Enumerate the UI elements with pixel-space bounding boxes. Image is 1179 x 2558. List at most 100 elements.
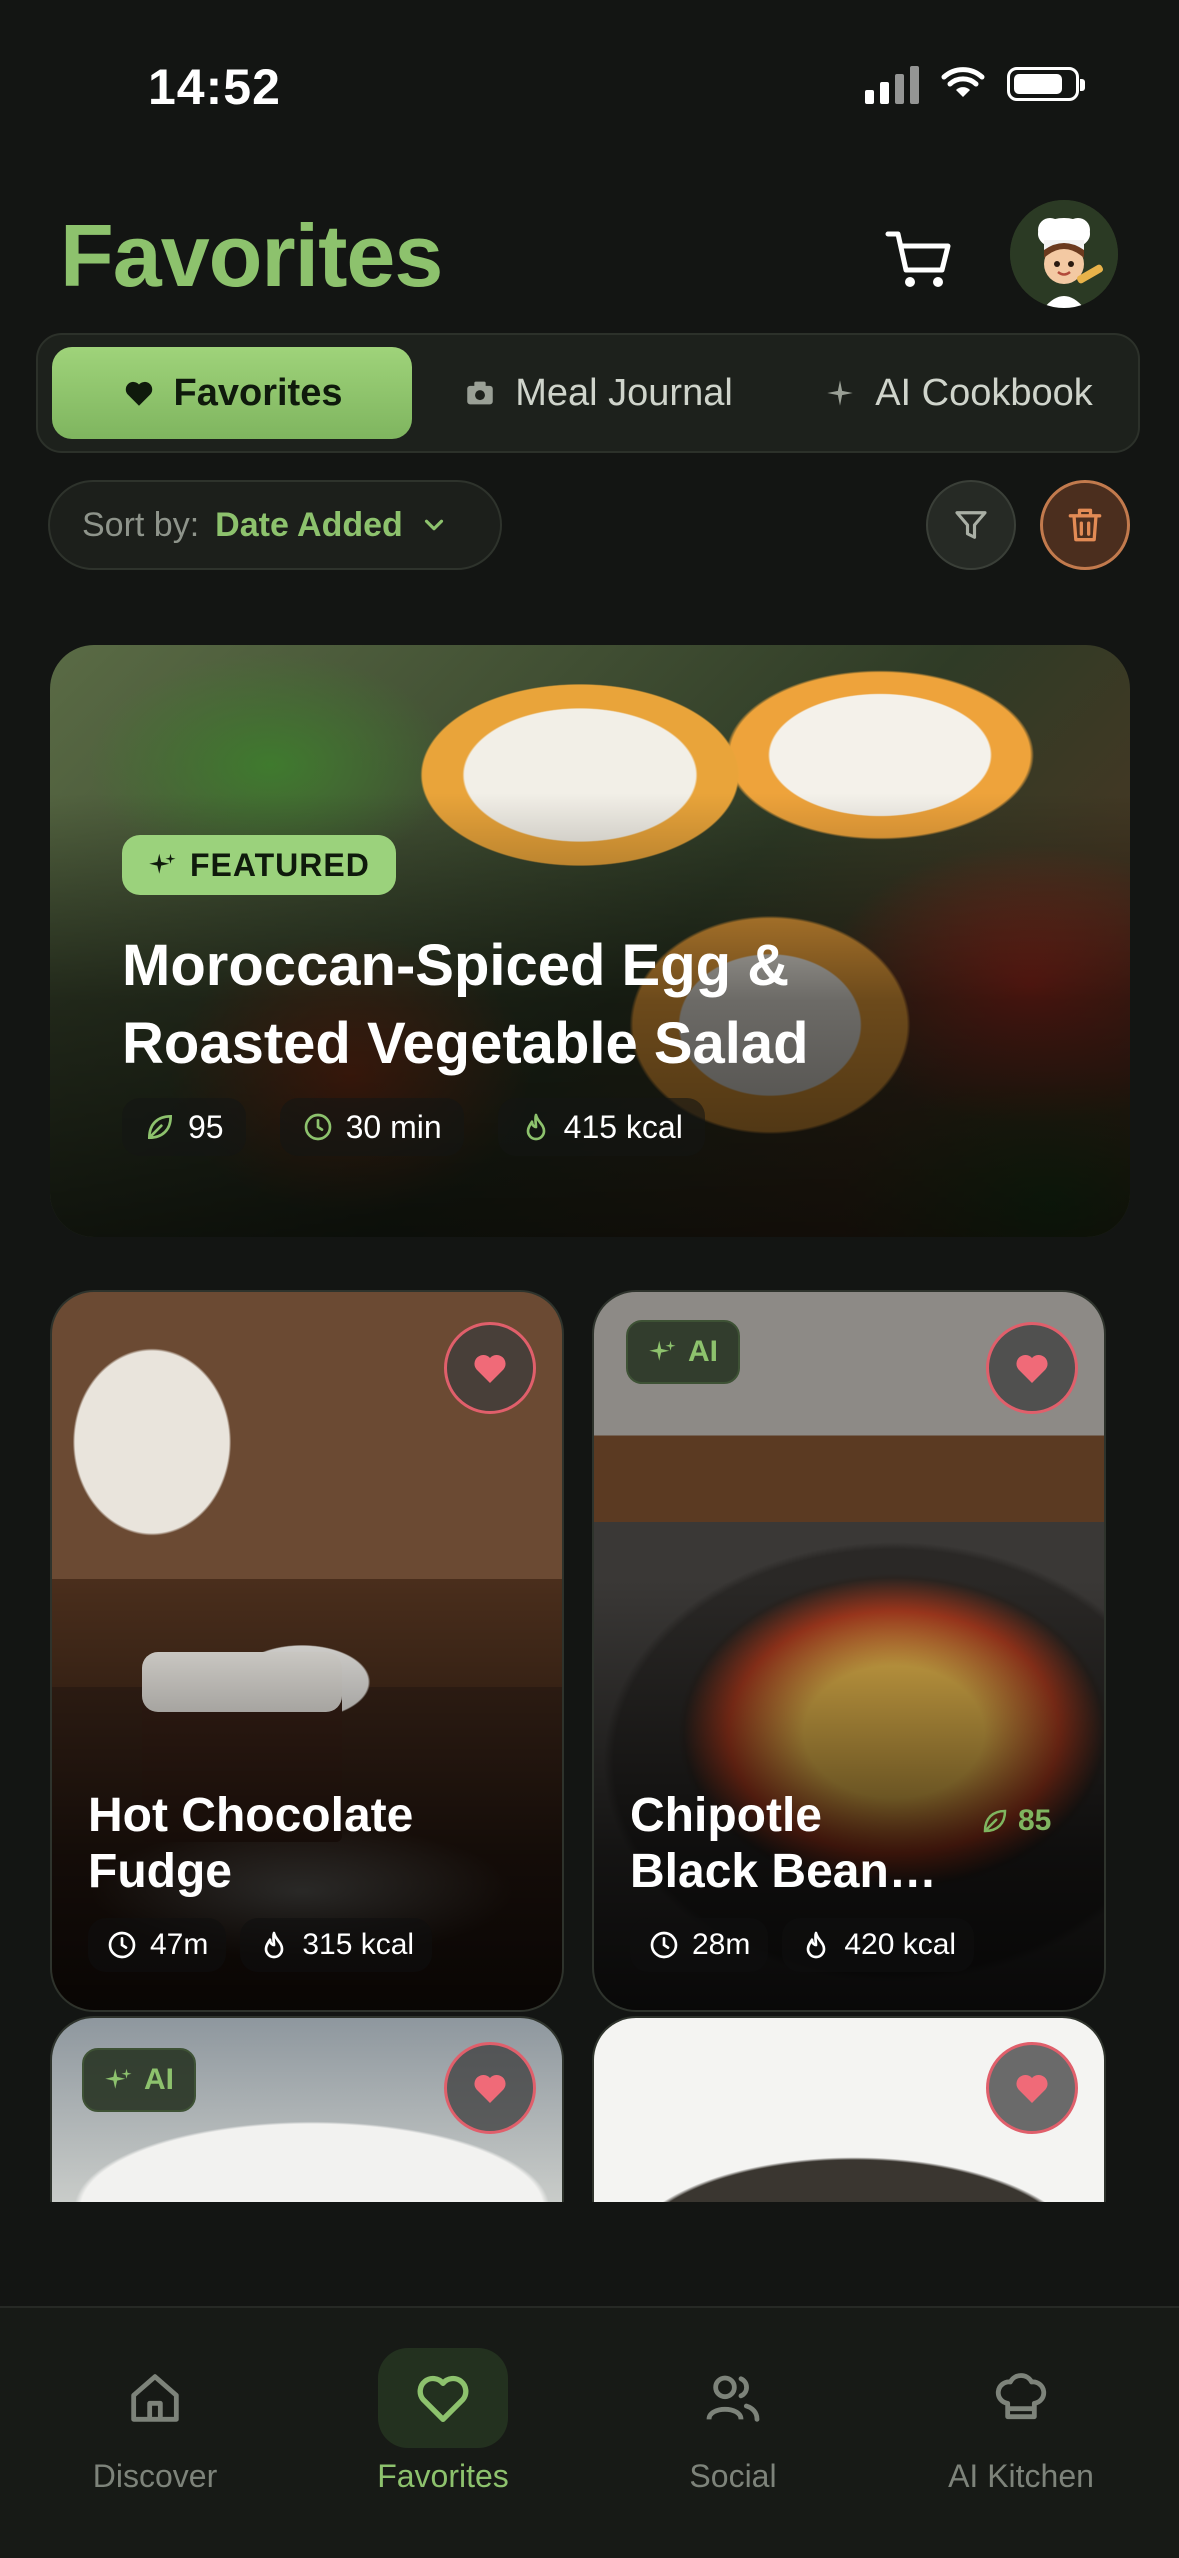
tab-favorites[interactable]: Favorites: [52, 347, 412, 439]
cart-icon[interactable]: [880, 220, 960, 300]
chef-hat-icon: [995, 2373, 1047, 2420]
recipe-title-line: Hot Chocolate: [88, 1789, 414, 1842]
calories-chip: 315 kcal: [240, 1918, 433, 1972]
filter-icon: [955, 511, 987, 539]
nav-ai-kitchen[interactable]: AI Kitchen: [921, 2348, 1121, 2495]
sort-label: Sort by:: [82, 505, 200, 544]
featured-title: Moroccan-Spiced Egg & Roasted Vegetable …: [122, 933, 809, 1076]
nav-label: Discover: [92, 2458, 218, 2494]
recipe-title: Chipotle Black Bean…: [630, 1788, 937, 1900]
time-value: 30 min: [345, 1108, 442, 1145]
chevron-down-icon: [424, 519, 443, 531]
avatar[interactable]: [1010, 200, 1118, 308]
clock-icon: [650, 1931, 678, 1959]
tab-label: Favorites: [173, 371, 343, 414]
time-value: 28m: [692, 1928, 751, 1961]
favorite-button[interactable]: [986, 1322, 1078, 1414]
flame-icon: [526, 1113, 545, 1141]
clock-icon: [108, 1931, 136, 1959]
time-chip: 28m: [630, 1918, 769, 1972]
recipe-stats: 47m 315 kcal: [88, 1918, 433, 1972]
nav-discover[interactable]: Discover: [55, 2348, 255, 2495]
chef-avatar-icon: [1010, 200, 1118, 308]
sparkle-icon: [649, 1340, 676, 1361]
delete-button[interactable]: [1040, 480, 1130, 570]
ai-badge: AI: [626, 1320, 740, 1384]
favorite-button[interactable]: [444, 1322, 536, 1414]
recipe-card[interactable]: AI: [50, 2016, 564, 2202]
clock-icon: [304, 1113, 331, 1141]
trash-icon: [1068, 508, 1102, 542]
nav-label: AI Kitchen: [948, 2458, 1094, 2494]
nav-icon-wrap: [90, 2348, 220, 2448]
sparkle-icon: [105, 2068, 132, 2089]
recipe-card[interactable]: [592, 2016, 1106, 2202]
sort-dropdown[interactable]: Sort by: Date Added: [48, 480, 502, 570]
status-time: 14:52: [148, 59, 281, 115]
score-chip: 95: [122, 1098, 246, 1156]
favorite-button[interactable]: [986, 2042, 1078, 2134]
featured-recipe-card[interactable]: FEATURED Moroccan-Spiced Egg & Roasted V…: [50, 645, 1130, 1237]
nav-icon-wrap: [378, 2348, 508, 2448]
ai-badge: AI: [82, 2048, 196, 2112]
featured-badge: FEATURED: [122, 835, 396, 895]
tab-label: Meal Journal: [515, 371, 733, 414]
time-chip: 30 min: [279, 1098, 464, 1156]
nav-label: Favorites: [377, 2458, 509, 2494]
ai-badge-label: AI: [144, 2063, 174, 2096]
calories-value: 415 kcal: [563, 1108, 683, 1145]
tab-label: AI Cookbook: [875, 371, 1093, 414]
heart-icon: [474, 1354, 506, 1383]
time-chip: 47m: [88, 1918, 227, 1972]
calories-value: 315 kcal: [302, 1928, 415, 1961]
leaf-icon: [147, 1114, 173, 1140]
recipe-title: Hot Chocolate Fudge: [88, 1788, 413, 1900]
nav-favorites[interactable]: Favorites: [343, 2348, 543, 2495]
featured-badge-label: FEATURED: [190, 846, 370, 883]
leaf-icon: [983, 1809, 1007, 1833]
heart-icon: [474, 2074, 506, 2103]
filter-button[interactable]: [926, 480, 1016, 570]
sort-value: Date Added: [215, 505, 403, 544]
heart-icon: [125, 381, 152, 406]
favorite-button[interactable]: [444, 2042, 536, 2134]
nav-label: Social: [689, 2458, 777, 2494]
nav-icon-wrap: [956, 2348, 1086, 2448]
calories-value: 420 kcal: [844, 1928, 957, 1961]
tab-ai-cookbook[interactable]: AI Cookbook: [788, 347, 1128, 439]
heart-icon: [1016, 1354, 1048, 1383]
home-icon: [131, 2374, 179, 2422]
calories-chip: 415 kcal: [497, 1098, 705, 1156]
segment-tabs: Favorites Meal Journal AI Cookbook: [36, 333, 1140, 453]
page-title: Favorites: [60, 206, 443, 305]
time-value: 47m: [150, 1928, 209, 1961]
recipe-title-line: Black Bean…: [630, 1845, 937, 1898]
battery-icon: [1007, 67, 1085, 101]
signal-icon: [865, 64, 919, 104]
score-value: 95: [188, 1108, 224, 1145]
bottom-navigation: Discover Favorites Social AI Kitchen: [0, 2306, 1179, 2558]
nav-icon-wrap: [668, 2348, 798, 2448]
calories-chip: 420 kcal: [782, 1918, 975, 1972]
sparkle-icon: [149, 853, 176, 874]
score-badge: 85: [980, 1804, 1051, 1838]
status-icons: [865, 64, 1085, 104]
nav-social[interactable]: Social: [633, 2348, 833, 2495]
sparkle-icon: [827, 380, 853, 406]
recipe-title-line: Fudge: [88, 1845, 232, 1898]
heart-icon: [417, 2375, 469, 2422]
score-value: 85: [1018, 1804, 1052, 1837]
ai-badge-label: AI: [688, 1335, 718, 1368]
heart-icon: [1016, 2074, 1048, 2103]
flame-icon: [265, 1931, 284, 1959]
recipe-stats: 28m 420 kcal: [630, 1918, 975, 1972]
camera-icon: [467, 381, 493, 405]
recipe-title-line: Chipotle: [630, 1789, 822, 1842]
flame-icon: [807, 1931, 826, 1959]
wifi-icon: [941, 67, 985, 97]
tab-meal-journal[interactable]: Meal Journal: [438, 347, 758, 439]
featured-stats: 95 30 min 415 kcal: [122, 1098, 705, 1156]
users-icon: [706, 2375, 760, 2422]
recipe-card[interactable]: Hot Chocolate Fudge 47m 315 kcal: [50, 1290, 564, 2012]
recipe-card[interactable]: AI 85 Chipotle Black Bean… 28m 420 kcal: [592, 1290, 1106, 2012]
